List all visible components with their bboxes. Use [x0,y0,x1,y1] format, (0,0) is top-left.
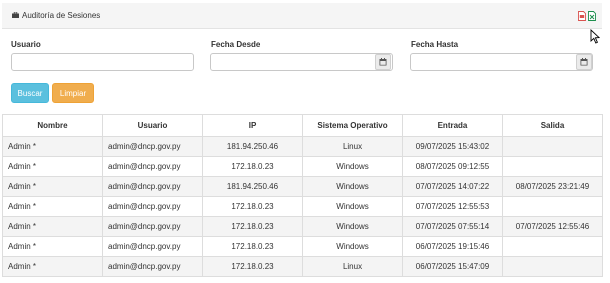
table-row: Admin * admin@dncp.gov.py 172.18.0.23 Wi… [2,216,603,237]
table-row: Admin * admin@dncp.gov.py 181.94.250.46 … [2,176,603,197]
table-row: Admin * admin@dncp.gov.py 172.18.0.23 Wi… [2,156,603,177]
header-sistema-operativo[interactable]: Sistema Operativo [302,114,403,137]
header-ip[interactable]: IP [202,114,303,137]
cell-usuario: admin@dncp.gov.py [102,176,203,197]
cell-sistema-operativo: Linux [302,256,403,277]
panel-header: Auditoría de Sesiones [2,3,602,29]
cell-ip: 181.94.250.46 [202,176,303,197]
cell-salida: 07/07/2025 12:55:46 [502,216,603,237]
cell-ip: 172.18.0.23 [202,256,303,277]
excel-file-icon[interactable] [588,11,596,21]
limpiar-button[interactable]: Limpiar [52,83,94,103]
cell-sistema-operativo: Windows [302,156,403,177]
cell-salida [502,156,603,177]
fecha-hasta-label: Fecha Hasta [411,40,459,49]
cell-nombre: Admin * [2,156,103,177]
cell-entrada: 09/07/2025 15:43:02 [402,136,503,157]
cell-entrada: 07/07/2025 07:55:14 [402,216,503,237]
cell-ip: 172.18.0.23 [202,196,303,217]
cell-ip: 181.94.250.46 [202,136,303,157]
calendar-icon [580,58,588,66]
cell-entrada: 08/07/2025 09:12:55 [402,156,503,177]
sessions-table: Nombre Usuario IP Sistema Operativo Entr… [2,114,603,277]
cell-usuario: admin@dncp.gov.py [102,256,203,277]
mouse-pointer-icon [590,29,600,44]
buscar-button[interactable]: Buscar [11,83,49,103]
table-row: Admin * admin@dncp.gov.py 172.18.0.23 Li… [2,256,603,277]
table-header-row: Nombre Usuario IP Sistema Operativo Entr… [2,114,603,137]
table-row: Admin * admin@dncp.gov.py 172.18.0.23 Wi… [2,196,603,217]
cell-salida [502,236,603,257]
cell-sistema-operativo: Linux [302,136,403,157]
cell-nombre: Admin * [2,256,103,277]
cell-sistema-operativo: Windows [302,176,403,197]
cell-salida: 08/07/2025 23:21:49 [502,176,603,197]
cell-salida [502,256,603,277]
cell-ip: 172.18.0.23 [202,216,303,237]
table-row: Admin * admin@dncp.gov.py 172.18.0.23 Wi… [2,236,603,257]
cell-usuario: admin@dncp.gov.py [102,236,203,257]
fecha-desde-input[interactable] [210,53,393,71]
cell-ip: 172.18.0.23 [202,156,303,177]
cell-nombre: Admin * [2,236,103,257]
cell-sistema-operativo: Windows [302,196,403,217]
fecha-desde-label: Fecha Desde [211,40,261,49]
header-salida[interactable]: Salida [502,114,603,137]
cell-entrada: 07/07/2025 14:07:22 [402,176,503,197]
fecha-desde-calendar-button[interactable] [375,54,391,70]
usuario-input[interactable] [11,53,194,71]
cell-usuario: admin@dncp.gov.py [102,136,203,157]
cell-nombre: Admin * [2,216,103,237]
cell-ip: 172.18.0.23 [202,236,303,257]
cell-entrada: 06/07/2025 15:47:09 [402,256,503,277]
cell-nombre: Admin * [2,176,103,197]
usuario-label: Usuario [11,40,41,49]
panel-title: Auditoría de Sesiones [22,11,101,20]
pdf-file-icon[interactable] [578,11,586,21]
header-usuario[interactable]: Usuario [102,114,203,137]
cell-salida [502,196,603,217]
fecha-hasta-calendar-button[interactable] [576,54,592,70]
cell-salida [502,136,603,157]
cell-nombre: Admin * [2,196,103,217]
cell-nombre: Admin * [2,136,103,157]
briefcase-icon [12,12,19,18]
cell-sistema-operativo: Windows [302,236,403,257]
cell-sistema-operativo: Windows [302,216,403,237]
fecha-hasta-input[interactable] [410,53,593,71]
calendar-icon [379,58,387,66]
cell-entrada: 06/07/2025 19:15:46 [402,236,503,257]
cell-usuario: admin@dncp.gov.py [102,156,203,177]
header-entrada[interactable]: Entrada [402,114,503,137]
header-nombre[interactable]: Nombre [2,114,103,137]
table-row: Admin * admin@dncp.gov.py 181.94.250.46 … [2,136,603,157]
cell-entrada: 07/07/2025 12:55:53 [402,196,503,217]
cell-usuario: admin@dncp.gov.py [102,196,203,217]
cell-usuario: admin@dncp.gov.py [102,216,203,237]
